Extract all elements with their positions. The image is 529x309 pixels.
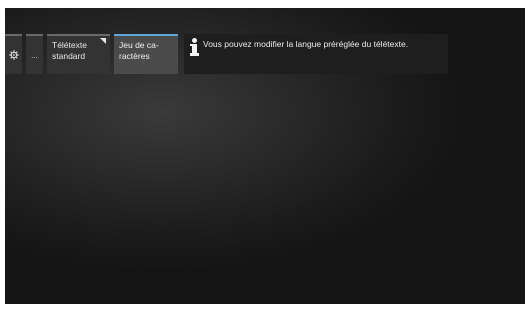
teletext-tile-line1: Télétexte [52,40,87,50]
menu-bar: ... Télétexte standard Jeu de ca- ractèr… [5,34,448,74]
teletext-standard-tile[interactable]: Télétexte standard [47,34,110,74]
info-text: Vous pouvez modifier la langue préréglée… [203,39,409,49]
gear-icon [8,50,19,60]
settings-tile[interactable] [5,34,22,74]
tv-screen: ... Télétexte standard Jeu de ca- ractèr… [5,8,525,304]
teletext-tile-line2: standard [52,51,86,61]
charset-tile[interactable]: Jeu de ca- ractères [114,34,178,74]
info-icon [190,37,200,59]
more-label: ... [31,50,38,60]
submenu-corner-icon [100,38,106,44]
info-panel: Vous pouvez modifier la langue préréglée… [184,34,448,74]
charset-tile-line1: Jeu de ca- [119,40,159,50]
charset-tile-line2: ractères [119,51,150,61]
more-tile[interactable]: ... [26,34,43,74]
